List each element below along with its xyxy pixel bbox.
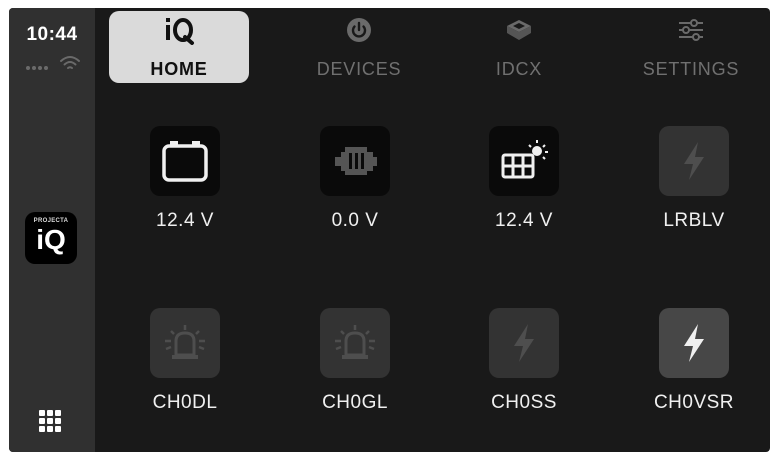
device-label: 12.4 V xyxy=(495,210,553,231)
iq-logo-icon xyxy=(109,15,249,45)
tab-devices-label: DEVICES xyxy=(316,59,402,79)
tab-settings-label: SETTINGS xyxy=(642,59,740,79)
tab-idcx[interactable]: IDCX xyxy=(449,11,589,83)
device-label: CH0SS xyxy=(491,392,557,413)
side-dock: 10:44 PROJECTA iQ xyxy=(9,8,95,452)
device-tile-ch0gl[interactable]: CH0GL xyxy=(280,308,430,448)
tab-home-label: HOME xyxy=(150,59,208,79)
device-tile-battery[interactable]: 12.4 V xyxy=(110,126,260,266)
lightning-icon xyxy=(659,126,729,196)
idcx-box-icon xyxy=(449,15,589,45)
device-label: 0.0 V xyxy=(331,210,379,231)
device-tile-engine[interactable]: 0.0 V xyxy=(280,126,430,266)
device-tile-solar[interactable]: 12.4 V xyxy=(449,126,599,266)
device-tile-ch0dl[interactable]: CH0DL xyxy=(110,308,260,448)
device-label: CH0DL xyxy=(152,392,218,413)
lightning-icon xyxy=(659,308,729,378)
device-label: CH0VSR xyxy=(653,392,735,413)
device-label: 12.4 V xyxy=(156,210,214,231)
status-time: 10:44 xyxy=(26,24,78,45)
app-logo-text: iQ xyxy=(36,224,66,255)
device-tile-ch0ss[interactable]: CH0SS xyxy=(449,308,599,448)
lightning-icon xyxy=(489,308,559,378)
tab-idcx-label: IDCX xyxy=(495,59,543,79)
battery-icon xyxy=(150,126,220,196)
power-icon xyxy=(289,15,429,45)
device-label: LRBLV xyxy=(663,210,725,231)
beacon-light-icon xyxy=(320,308,390,378)
sliders-icon xyxy=(621,15,761,45)
engine-battery-icon xyxy=(320,126,390,196)
app-screen: 10:44 PROJECTA iQ HOME DEVICES IDCX SETT… xyxy=(9,8,770,452)
projecta-iq-app-icon[interactable]: PROJECTA iQ xyxy=(25,212,77,264)
device-tile-lrblv[interactable]: LRBLV xyxy=(619,126,769,266)
app-grid-icon[interactable] xyxy=(39,410,61,432)
cellular-signal-icon xyxy=(26,66,48,70)
tab-devices[interactable]: DEVICES xyxy=(289,11,429,83)
tab-home[interactable]: HOME xyxy=(109,11,249,83)
device-tile-ch0vsr[interactable]: CH0VSR xyxy=(619,308,769,448)
wifi-icon xyxy=(60,56,80,69)
tab-settings[interactable]: SETTINGS xyxy=(621,11,761,83)
solar-panel-icon xyxy=(489,126,559,196)
device-label: CH0GL xyxy=(322,392,388,413)
beacon-light-icon xyxy=(150,308,220,378)
